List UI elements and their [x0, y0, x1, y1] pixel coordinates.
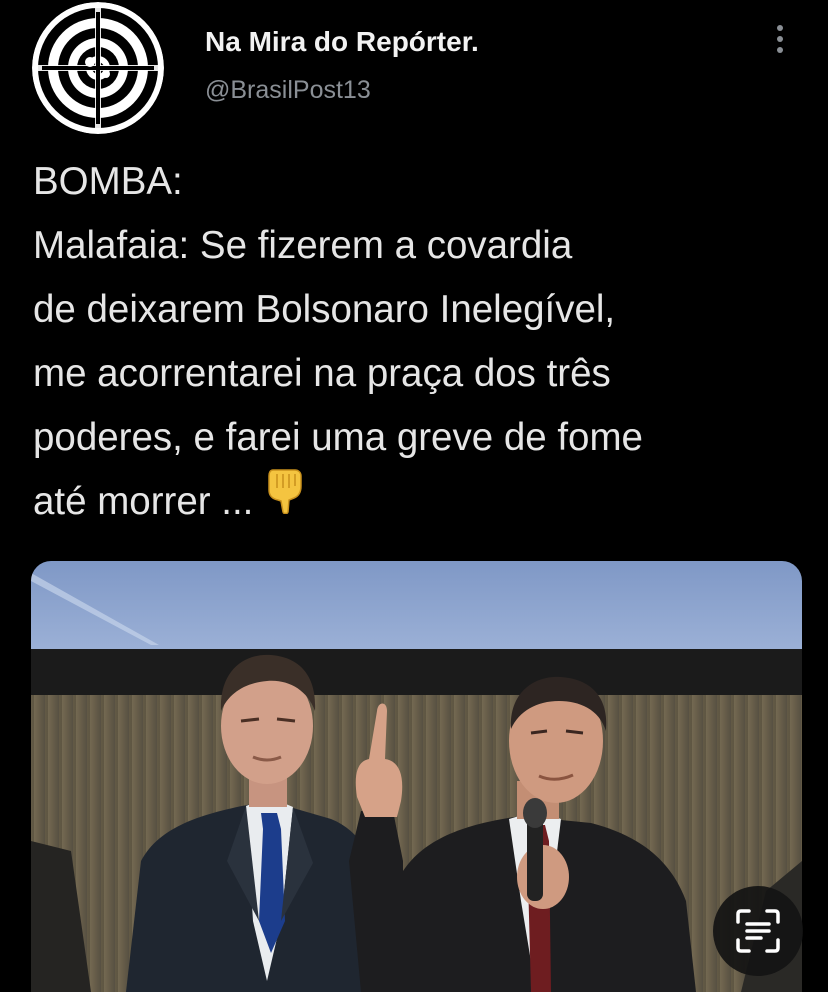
more-options-icon[interactable] [770, 22, 790, 58]
target-icon [32, 2, 164, 134]
tweet-text-line: até morrer ... [33, 480, 254, 524]
tweet-photo[interactable] [31, 561, 802, 992]
tweet-text-line: de deixarem Bolsonaro Inelegível, [33, 288, 616, 331]
author-avatar[interactable] [32, 2, 164, 134]
author-name[interactable]: Na Mira do Repórter. [205, 26, 479, 58]
text-scan-button[interactable] [713, 886, 803, 976]
tweet-text: BOMBA: Malafaia: Se fizerem a covardia d… [33, 150, 823, 538]
tweet-text-line: me acorrentarei na praça dos três [33, 352, 611, 395]
tweet-text-line-last: até morrer ... [33, 469, 823, 538]
photo [31, 561, 802, 992]
tweet-text-line: Malafaia: Se fizerem a covardia [33, 224, 573, 267]
author-handle[interactable]: @BrasilPost13 [205, 76, 371, 105]
tweet-text-line: poderes, e farei uma greve de fome [33, 416, 643, 459]
text-scan-icon [736, 909, 780, 953]
tweet-text-line: BOMBA: [33, 160, 183, 203]
pointing-down-icon [267, 466, 303, 534]
